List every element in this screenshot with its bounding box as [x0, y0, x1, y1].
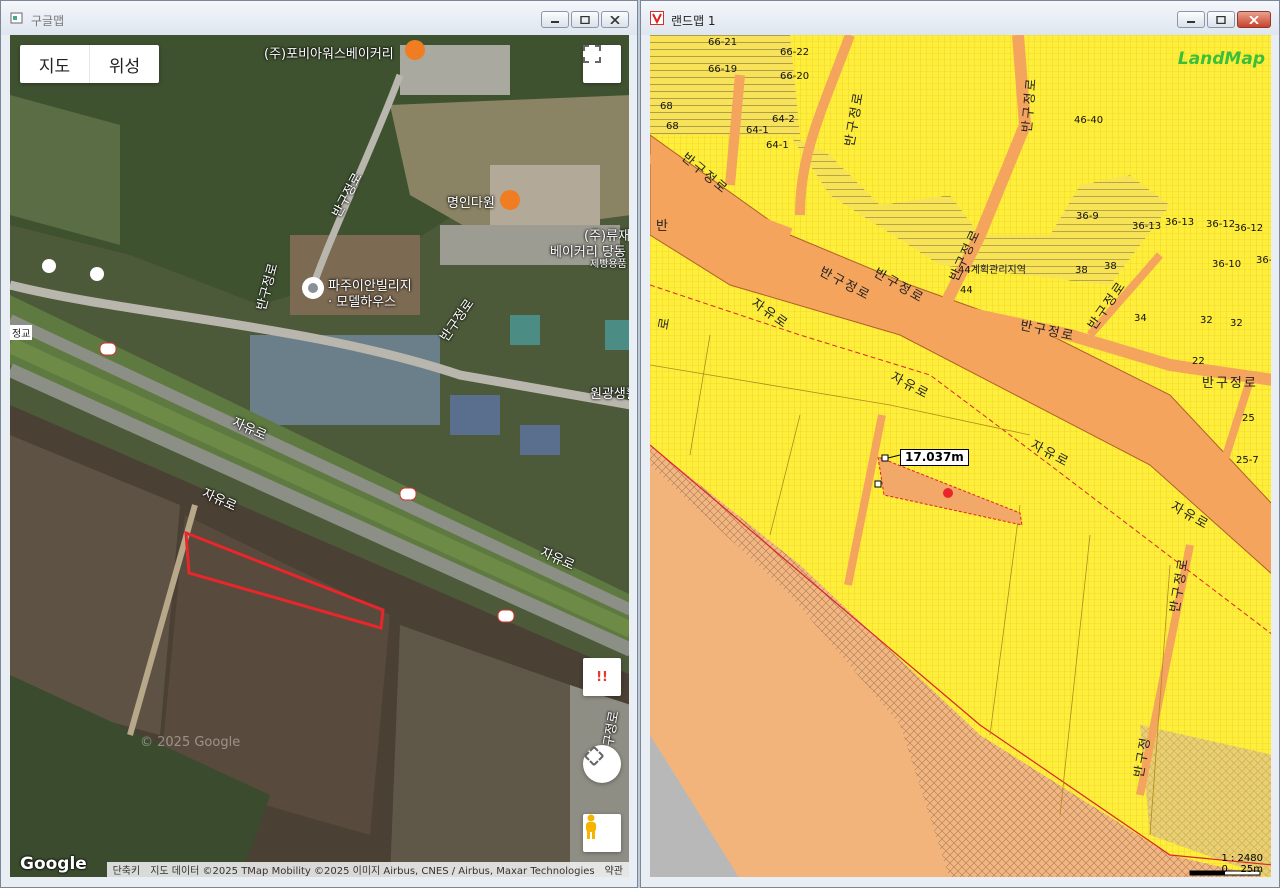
pan-control[interactable] — [583, 745, 621, 783]
close-button[interactable] — [601, 11, 629, 28]
distance-label: 17.037m — [900, 449, 969, 466]
map-type-toggle[interactable]: 지도 위성 — [20, 45, 159, 83]
parcel-number: 46-40 — [1074, 115, 1104, 126]
map-scale: 1 : 2480 0 25m — [1221, 853, 1263, 875]
parcel-number: 66-19 — [708, 64, 738, 75]
parcel-number: 36-13 — [1165, 217, 1195, 228]
parcel-number: 38 — [1104, 261, 1117, 272]
map-type-satellite[interactable]: 위성 — [89, 45, 159, 83]
alert-button[interactable]: !! — [583, 658, 621, 696]
parcel-number: 25 — [1242, 413, 1255, 424]
google-map-window: 구글맵 (주)포비아워스베이커리 명인다원 (주)류재 베이커리 당동 제빵용품… — [0, 0, 638, 888]
map-data-credit: 지도 데이터 ©2025 TMap Mobility ©2025 이미지 Air… — [150, 866, 595, 877]
parcel-number: 44 — [960, 285, 973, 296]
fullscreen-icon — [583, 45, 601, 63]
parcel-number: 25-7 — [1236, 455, 1259, 466]
parcel-number: 36-12 — [1206, 219, 1236, 230]
poi-label[interactable]: 명인다원 — [447, 192, 495, 211]
fullscreen-button[interactable] — [583, 45, 621, 83]
watermark: © 2025 Google — [140, 735, 241, 750]
map-type-map[interactable]: 지도 — [20, 45, 89, 83]
road-name: 반 — [656, 219, 670, 234]
maximize-icon — [1216, 15, 1226, 24]
maximize-icon — [580, 15, 590, 24]
close-button[interactable] — [1237, 11, 1271, 28]
selected-point-marker — [943, 488, 953, 498]
satellite-imagery — [10, 35, 629, 877]
scale-bar-label: 0 25m — [1221, 864, 1263, 875]
parcel-number: 68 — [666, 121, 679, 132]
window-title: 구글맵 — [31, 14, 65, 28]
edge-label: 정교 — [10, 325, 33, 340]
parcel-number: 36-13 — [1132, 221, 1162, 232]
landmap-titlebar[interactable]: 랜드맵 1 — [641, 1, 1279, 35]
maximize-button[interactable] — [1207, 11, 1235, 28]
terms-link[interactable]: 약관 — [605, 862, 623, 877]
minimize-icon — [1187, 20, 1195, 23]
app-icon — [10, 12, 23, 24]
road-name: 반구정로 — [1202, 376, 1258, 391]
close-icon — [1249, 15, 1259, 24]
pegman-icon — [586, 814, 596, 839]
landmap-logo: LandMap — [1177, 49, 1265, 69]
restaurant-icon — [405, 40, 425, 60]
maximize-button[interactable] — [571, 11, 599, 28]
minimize-button[interactable] — [541, 11, 569, 28]
parcel-number: 66-22 — [780, 47, 810, 58]
shortcuts-link[interactable]: 단축키 — [113, 862, 141, 877]
parcel-number: 36-1 — [1256, 255, 1271, 266]
google-map-titlebar[interactable]: 구글맵 — [1, 1, 637, 35]
minimize-button[interactable] — [1177, 11, 1205, 28]
poi-label: 원광생활 — [590, 387, 629, 402]
poi-label: 제빵용품 — [590, 259, 627, 270]
minimize-icon — [551, 20, 559, 23]
parcel-number: 32 — [1230, 318, 1243, 329]
parcel-number: 34 — [1134, 313, 1147, 324]
landmap-app-icon — [650, 11, 664, 25]
landmap-window: 랜드맵 1 LandMap 17.037m 66-21 66-22 66-19 … — [640, 0, 1280, 888]
parcel-number: 36-12 — [1234, 223, 1264, 234]
close-icon — [610, 15, 620, 24]
poi-label: · 모델하우스 — [328, 295, 397, 310]
parcel-number: 32 — [1200, 315, 1213, 326]
google-logo: Google — [20, 854, 87, 874]
restaurant-icon — [500, 190, 520, 210]
parcel-number: 36-10 — [1212, 259, 1242, 270]
parcel-number: 64-1 — [766, 140, 789, 151]
parcel-number: 36-9 — [1076, 211, 1099, 222]
parcel-number: 22 — [1192, 356, 1205, 367]
parcel-number: 38 — [1075, 265, 1088, 276]
parcel-number: 68 — [660, 101, 673, 112]
satellite-map[interactable]: (주)포비아워스베이커리 명인다원 (주)류재은 베이커리 당동 제빵용품 파주… — [10, 35, 629, 877]
parcel-number: 64-1 — [746, 125, 769, 136]
parcel-number: 66-20 — [780, 71, 810, 82]
poi-label[interactable]: (주)포비아워스베이커리 — [264, 43, 394, 62]
cadastral-map[interactable]: LandMap 17.037m 66-21 66-22 66-19 66-20 … — [650, 35, 1271, 877]
parcel-number: 64-2 — [772, 114, 795, 125]
street-view-pegman[interactable] — [583, 814, 621, 852]
scale-ratio: 1 : 2480 — [1221, 853, 1263, 864]
parcel-number: 66-21 — [708, 37, 738, 48]
map-attribution: 단축키 지도 데이터 ©2025 TMap Mobility ©2025 이미지… — [106, 862, 629, 877]
window-title: 랜드맵 1 — [671, 14, 716, 28]
pan-arrows-icon — [584, 746, 604, 766]
